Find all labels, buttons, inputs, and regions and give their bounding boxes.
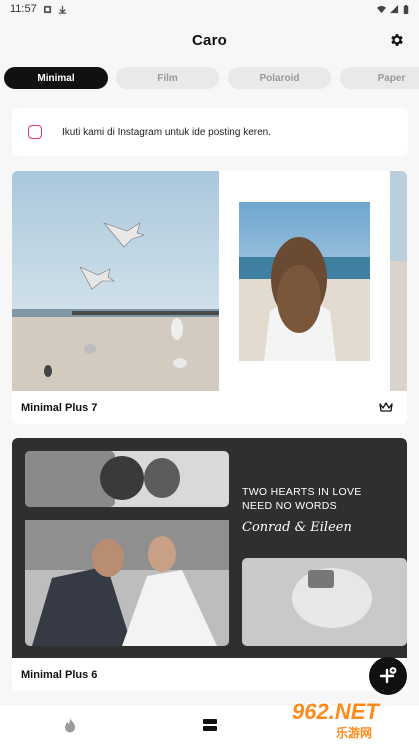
battery-icon [403, 4, 409, 14]
app-bar: Caro [0, 24, 419, 56]
notification-icon [43, 5, 51, 13]
nav-templates[interactable] [200, 716, 220, 734]
site-watermark: 962.NET 乐游网 [284, 697, 416, 741]
download-icon [58, 5, 66, 14]
overlay-line-1: TWO HEARTS IN LOVE [242, 486, 362, 498]
banner-text: Ikuti kami di Instagram untuk ide postin… [62, 126, 271, 138]
flame-icon [65, 717, 75, 732]
template-name: Minimal Plus 7 [21, 401, 98, 414]
signal-icon [390, 4, 399, 13]
status-bar: 11:57 [0, 0, 419, 18]
watermark-subtitle: 乐游网 [336, 726, 373, 740]
template-name: Minimal Plus 6 [21, 668, 98, 681]
category-tabs: Minimal Film Polaroid Paper [4, 67, 419, 89]
watermark-brand: 962.NET [292, 699, 379, 724]
settings-button[interactable] [387, 30, 407, 50]
status-time: 11:57 [10, 3, 37, 15]
card-footer: Minimal Plus 7 [12, 391, 407, 424]
gear-icon [391, 34, 403, 46]
tab-polaroid[interactable]: Polaroid [228, 67, 331, 89]
crown-icon [379, 402, 393, 412]
tab-minimal[interactable]: Minimal [4, 67, 108, 89]
card-footer: Minimal Plus 6 [12, 658, 407, 691]
tab-paper[interactable]: Paper [340, 67, 419, 89]
template-preview-image [12, 171, 407, 391]
instagram-banner[interactable]: Ikuti kami di Instagram untuk ide postin… [12, 108, 408, 156]
add-template-button[interactable] [369, 657, 407, 695]
add-template-icon [379, 667, 397, 684]
template-preview-image [12, 438, 407, 658]
overlay-text-block: TWO HEARTS IN LOVE NEED NO WORDS Conrad … [242, 486, 402, 535]
nav-trending[interactable] [60, 716, 80, 734]
wifi-icon [377, 5, 386, 13]
template-card[interactable]: Minimal Plus 7 [12, 171, 407, 424]
app-title: Caro [192, 31, 227, 49]
tab-film[interactable]: Film [116, 67, 219, 89]
templates-icon [203, 719, 217, 731]
instagram-icon [28, 125, 42, 139]
overlay-line-2: NEED NO WORDS [242, 500, 337, 512]
overlay-script: Conrad & Eileen [242, 520, 352, 535]
template-card[interactable]: TWO HEARTS IN LOVE NEED NO WORDS Conrad … [12, 438, 407, 691]
